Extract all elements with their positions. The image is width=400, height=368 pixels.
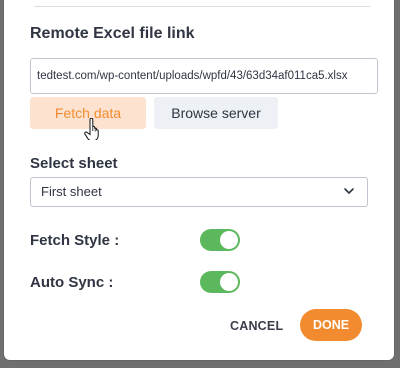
chevron-down-icon — [344, 188, 354, 194]
sheet-select[interactable]: First sheet — [30, 177, 368, 207]
toggle-knob — [220, 231, 238, 249]
divider — [34, 6, 370, 7]
sheet-select-value: First sheet — [41, 184, 102, 199]
remote-link-label: Remote Excel file link — [30, 25, 195, 42]
cancel-button[interactable]: CANCEL — [224, 312, 288, 340]
auto-sync-label: Auto Sync : — [30, 274, 114, 291]
remote-link-value: tedtest.com/wp-content/uploads/wpfd/43/6… — [37, 70, 348, 82]
browse-server-button[interactable]: Browse server — [154, 97, 278, 129]
fetch-style-label: Fetch Style : — [30, 232, 120, 249]
auto-sync-toggle[interactable] — [200, 271, 240, 293]
remote-file-dialog: Remote Excel file link tedtest.com/wp-co… — [4, 0, 394, 360]
done-button[interactable]: DONE — [300, 309, 362, 341]
select-sheet-label: Select sheet — [30, 155, 118, 172]
remote-link-input[interactable]: tedtest.com/wp-content/uploads/wpfd/43/6… — [30, 58, 378, 94]
toggle-knob — [220, 273, 238, 291]
fetch-style-toggle[interactable] — [200, 229, 240, 251]
hand-cursor-icon — [84, 118, 99, 140]
